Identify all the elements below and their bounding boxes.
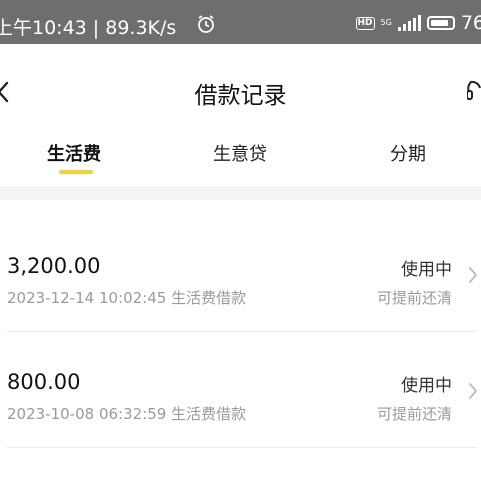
headset-icon[interactable] <box>467 78 481 102</box>
battery-level: 76 <box>460 12 481 34</box>
tab-business-loan[interactable]: 生意贷 <box>213 140 267 166</box>
chevron-right-icon <box>469 383 477 399</box>
battery-icon <box>426 16 455 30</box>
list-item[interactable]: 3,200.00 2023-12-14 10:02:45 生活费借款 使用中 可… <box>0 200 481 316</box>
repay-early-label: 可提前还清 <box>376 289 452 307</box>
loan-amount: 3,200.00 <box>7 254 101 278</box>
page-title: 借款记录 <box>194 83 287 109</box>
header: 借款记录 生活费 生意贷 分期 <box>0 44 481 186</box>
list-item[interactable]: 800.00 2023-10-08 06:32:59 生活费借款 使用中 可提前… <box>0 316 481 432</box>
repay-early-label: 可提前还清 <box>376 405 452 423</box>
active-tab-indicator <box>59 170 93 174</box>
alarm-icon <box>198 15 214 33</box>
loan-meta: 2023-10-08 06:32:59 生活费借款 <box>7 405 247 423</box>
loan-amount: 800.00 <box>7 370 81 394</box>
loan-meta: 2023-12-14 10:02:45 生活费借款 <box>7 289 247 307</box>
loan-record-list: 3,200.00 2023-12-14 10:02:45 生活费借款 使用中 可… <box>0 200 481 477</box>
status-icons: HD 5G 76 <box>355 12 481 34</box>
status-bar: 上午10:43 | 89.3K/s HD 5G 76 <box>0 0 481 44</box>
chevron-right-icon <box>469 267 477 283</box>
loan-status: 使用中 <box>401 260 452 280</box>
tab-installment[interactable]: 分期 <box>390 140 426 166</box>
tab-bar: 生活费 生意贷 分期 <box>0 140 481 166</box>
divider <box>7 447 477 448</box>
hd-icon: HD <box>355 16 375 30</box>
status-time: 上午10:43 | 89.3K/s <box>0 17 177 39</box>
loan-status: 使用中 <box>401 376 452 396</box>
signal-icon <box>397 15 421 31</box>
tab-living-expenses[interactable]: 生活费 <box>47 140 101 166</box>
network-label: 5G <box>380 18 392 27</box>
